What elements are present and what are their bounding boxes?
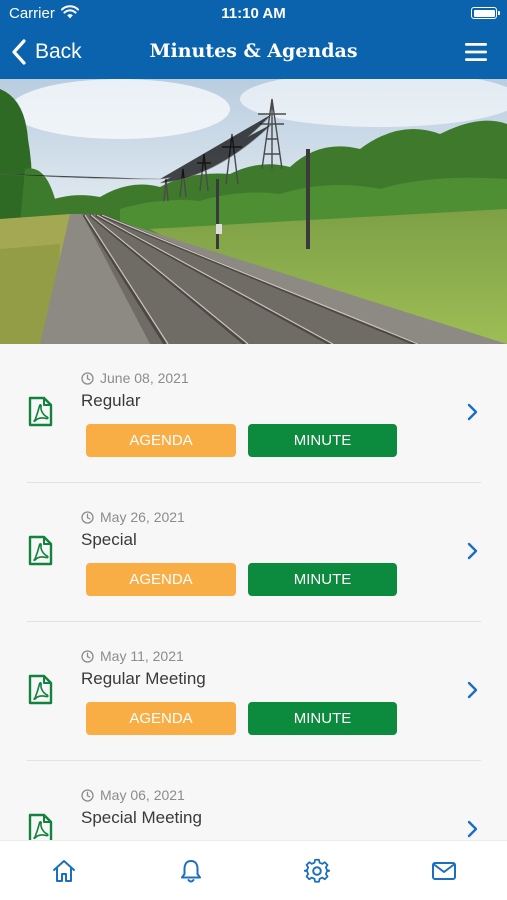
chevron-right-icon[interactable] bbox=[466, 820, 478, 838]
meeting-date-text: May 11, 2021 bbox=[100, 648, 184, 664]
minute-button[interactable]: MINUTE bbox=[248, 563, 397, 596]
meeting-list-item[interactable]: May 26, 2021 Special AGENDA MINUTE bbox=[0, 483, 507, 622]
meeting-date: May 26, 2021 bbox=[81, 509, 185, 525]
pdf-icon bbox=[28, 813, 53, 840]
meeting-date: May 06, 2021 bbox=[81, 787, 185, 803]
status-bar: Carrier 11:10 AM bbox=[0, 0, 507, 28]
meeting-date-text: June 08, 2021 bbox=[100, 370, 189, 386]
meeting-date-text: May 26, 2021 bbox=[100, 509, 185, 525]
meeting-list-item[interactable]: May 06, 2021Special MeetingAGENDAMINUTE bbox=[0, 761, 507, 840]
meeting-date: May 11, 2021 bbox=[81, 648, 184, 664]
chevron-right-icon[interactable] bbox=[466, 681, 478, 699]
clock-icon bbox=[81, 788, 94, 802]
bottom-tab-bar bbox=[0, 840, 507, 900]
clock-icon bbox=[81, 510, 94, 524]
agenda-button[interactable]: AGENDA bbox=[86, 702, 236, 735]
chevron-right-icon[interactable] bbox=[466, 542, 478, 560]
pdf-icon bbox=[28, 396, 53, 427]
home-icon[interactable] bbox=[51, 858, 77, 884]
meeting-title: Special Meeting bbox=[81, 808, 202, 827]
meeting-list-item[interactable]: June 08, 2021 Regular AGENDA MINUTE bbox=[0, 344, 507, 483]
mail-icon[interactable] bbox=[431, 858, 457, 884]
hero-image bbox=[0, 79, 507, 344]
bell-icon[interactable] bbox=[178, 858, 204, 884]
meeting-list-item[interactable]: May 11, 2021 Regular Meeting AGENDA MINUTE bbox=[0, 622, 507, 761]
railway-photo bbox=[0, 79, 507, 344]
meeting-title: Special bbox=[81, 530, 137, 549]
meeting-title: Regular bbox=[81, 391, 141, 410]
battery-icon bbox=[471, 7, 500, 19]
meeting-title: Regular Meeting bbox=[81, 669, 206, 688]
hamburger-menu-icon[interactable] bbox=[465, 42, 487, 62]
minute-button[interactable]: MINUTE bbox=[248, 424, 397, 457]
page-title: Minutes & Agendas bbox=[149, 40, 358, 62]
navigation-bar: Back Minutes & Agendas bbox=[0, 28, 507, 79]
clock-icon bbox=[81, 649, 94, 663]
pdf-icon bbox=[28, 535, 53, 566]
agenda-button[interactable]: AGENDA bbox=[86, 563, 236, 596]
clock: 11:10 AM bbox=[221, 5, 286, 22]
agenda-button[interactable]: AGENDA bbox=[86, 424, 236, 457]
chevron-right-icon[interactable] bbox=[466, 403, 478, 421]
pdf-icon bbox=[28, 674, 53, 705]
meeting-list: June 08, 2021 Regular AGENDA MINUTE May 26, … bbox=[0, 344, 507, 840]
clock-icon bbox=[81, 371, 94, 385]
gear-icon[interactable] bbox=[304, 858, 330, 884]
minute-button[interactable]: MINUTE bbox=[248, 702, 397, 735]
minutes-agendas-screen: Carrier 11:10 AM Back Minutes & Agendas bbox=[0, 0, 507, 900]
meeting-date-text: May 06, 2021 bbox=[100, 787, 185, 803]
top-bar: Carrier 11:10 AM Back Minutes & Agendas bbox=[0, 0, 507, 79]
meeting-date: June 08, 2021 bbox=[81, 370, 189, 386]
